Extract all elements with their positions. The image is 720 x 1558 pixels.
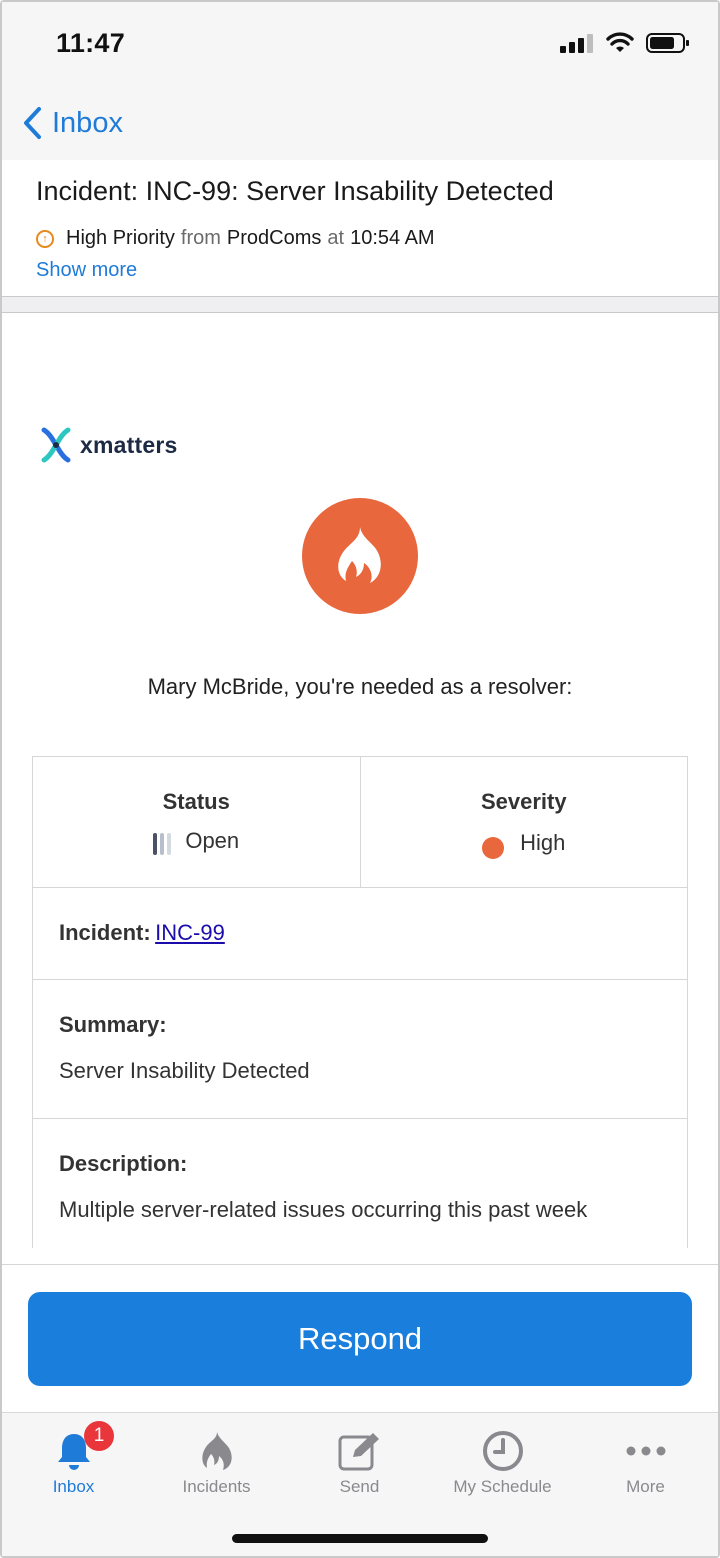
xmatters-logo-icon (41, 427, 71, 463)
chevron-left-icon (24, 107, 41, 139)
message-header: Incident: INC-99: Server Insability Dete… (2, 160, 718, 297)
incident-row: Incident: INC-99 (33, 888, 687, 980)
status-severity-row: Status Open Severity High (33, 757, 687, 888)
inbox-badge: 1 (84, 1421, 114, 1451)
status-bars-icon (153, 833, 172, 855)
status-bar: 11:47 Inbox (2, 2, 718, 160)
summary-value: Server Insability Detected (59, 1058, 310, 1083)
severity-label: Severity (480, 789, 567, 814)
tab-incidents-label: Incidents (182, 1477, 251, 1496)
message-title: Incident: INC-99: Server Insability Dete… (36, 176, 554, 206)
severity-dot-icon (482, 837, 505, 859)
xmatters-logo: xmatters (38, 426, 178, 464)
severity-cell: Severity High (359, 757, 688, 887)
home-indicator[interactable] (232, 1534, 488, 1543)
respond-area: Respond (2, 1264, 718, 1412)
message-time: 10:54 AM (350, 227, 435, 249)
status-time: 11:47 (56, 28, 126, 58)
show-more-link[interactable]: Show more (36, 259, 137, 282)
greeting-text: Mary McBride, you're needed as a resolve… (147, 674, 573, 699)
tab-my-schedule-label: My Schedule (453, 1477, 552, 1496)
description-row: Description: Multiple server-related iss… (33, 1119, 687, 1248)
tab-send-label: Send (339, 1477, 380, 1496)
status-cell: Status Open (33, 757, 360, 887)
flame-tab-icon (193, 1427, 241, 1475)
tab-inbox[interactable]: 1 Inbox (2, 1413, 145, 1513)
description-value: Multiple server-related issues occurring… (59, 1197, 588, 1222)
incident-label: Incident: (59, 920, 151, 945)
more-icon (622, 1427, 670, 1475)
signal-icon (560, 34, 593, 53)
at-word: at (327, 227, 345, 249)
status-icons (560, 32, 690, 54)
back-label: Inbox (52, 106, 123, 139)
email-body: xmatters Mary McBride, you're needed as … (2, 314, 718, 1248)
back-button[interactable]: Inbox (22, 106, 123, 140)
compose-icon (336, 1427, 384, 1475)
battery-icon (646, 33, 689, 53)
respond-button[interactable]: Respond (28, 1292, 692, 1386)
severity-value: High (520, 830, 566, 855)
from-word: from (180, 227, 221, 249)
wifi-icon (606, 32, 634, 52)
incident-link[interactable]: INC-99 (155, 920, 225, 945)
summary-row: Summary: Server Insability Detected (33, 980, 687, 1119)
header-divider (2, 297, 718, 313)
message-meta: ↑ High Priority from ProdComs at 10:54 A… (36, 227, 435, 250)
high-priority-icon: ↑ (36, 229, 54, 248)
tab-more[interactable]: More (574, 1413, 717, 1513)
status-label: Status (162, 789, 230, 814)
incident-details-card: Status Open Severity High Incident: INC-… (32, 756, 688, 1248)
tab-send[interactable]: Send (288, 1413, 431, 1513)
flame-icon (338, 527, 381, 583)
logo-wordmark: xmatters (80, 431, 178, 458)
severity-value-wrap: High (361, 827, 688, 859)
status-value-wrap: Open (33, 827, 360, 855)
incident-flame-badge (302, 498, 418, 614)
description-label: Description: (59, 1151, 188, 1176)
sender-name: ProdComs (226, 227, 322, 249)
tab-my-schedule[interactable]: My Schedule (431, 1413, 574, 1513)
summary-label: Summary: (59, 1012, 167, 1037)
tab-incidents[interactable]: Incidents (145, 1413, 288, 1513)
clock-icon (479, 1427, 527, 1475)
tab-more-label: More (626, 1477, 665, 1496)
tab-inbox-label: Inbox (52, 1477, 95, 1496)
priority-text: High Priority (66, 227, 175, 249)
status-value: Open (185, 828, 240, 853)
